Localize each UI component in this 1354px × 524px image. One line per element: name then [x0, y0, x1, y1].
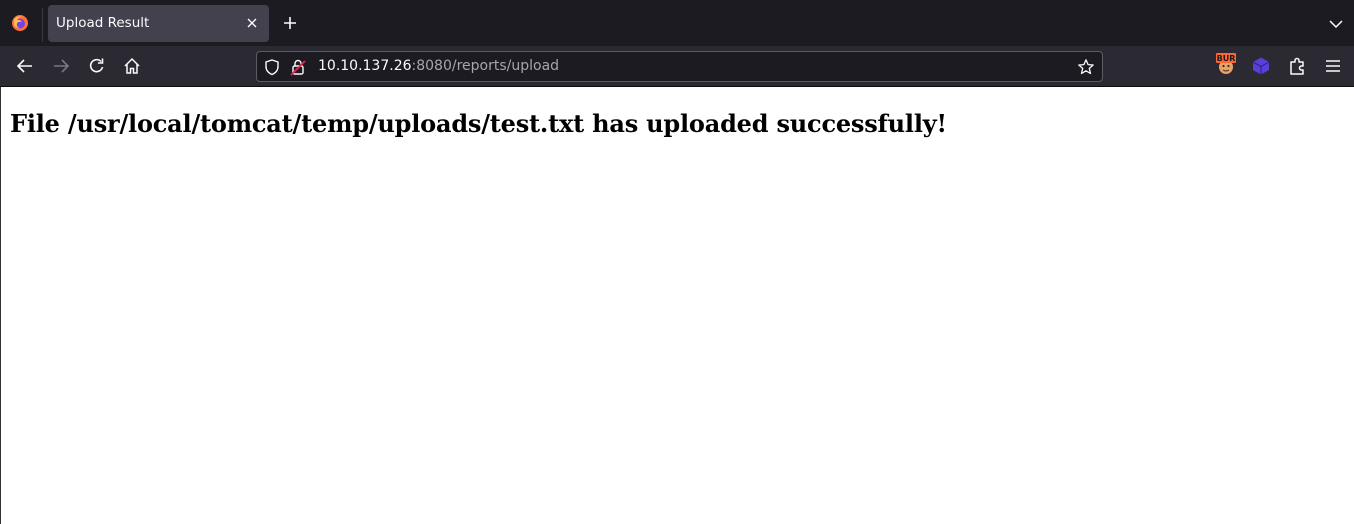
tab-separator — [42, 8, 43, 42]
reload-icon[interactable] — [87, 56, 107, 76]
firefox-logo-icon[interactable] — [11, 14, 29, 32]
tracking-protection-shield-icon[interactable] — [263, 58, 281, 76]
list-all-tabs-chevron-icon[interactable] — [1328, 16, 1344, 32]
back-arrow-icon[interactable] — [15, 56, 35, 76]
hamburger-menu-icon[interactable] — [1324, 57, 1342, 75]
url-path: :8080/reports/upload — [411, 58, 560, 74]
extensions-puzzle-icon[interactable] — [1288, 56, 1308, 76]
tab-bar: Upload Result — [0, 0, 1354, 46]
navigation-toolbar: 10.10.137.26:8080/reports/upload BUR — [0, 46, 1354, 87]
forward-arrow-icon[interactable] — [51, 56, 71, 76]
tab-upload-result[interactable]: Upload Result — [48, 5, 269, 42]
url-text[interactable]: 10.10.137.26:8080/reports/upload — [318, 58, 559, 74]
tab-title: Upload Result — [56, 15, 150, 31]
burp-extension-label: BUR — [1217, 54, 1236, 63]
bookmark-star-icon[interactable] — [1077, 58, 1095, 76]
close-tab-icon[interactable] — [244, 15, 260, 31]
page-content: File /usr/local/tomcat/temp/uploads/test… — [0, 87, 1354, 524]
extension-cube-icon[interactable] — [1251, 56, 1271, 76]
new-tab-plus-icon[interactable] — [281, 14, 299, 32]
url-host: 10.10.137.26 — [318, 58, 412, 74]
url-bar[interactable]: 10.10.137.26:8080/reports/upload — [256, 51, 1103, 82]
upload-result-heading: File /usr/local/tomcat/temp/uploads/test… — [10, 109, 947, 138]
insecure-lock-icon[interactable] — [290, 58, 306, 76]
home-icon[interactable] — [122, 56, 142, 76]
burp-proxy-extension-icon[interactable]: BUR — [1215, 52, 1237, 76]
